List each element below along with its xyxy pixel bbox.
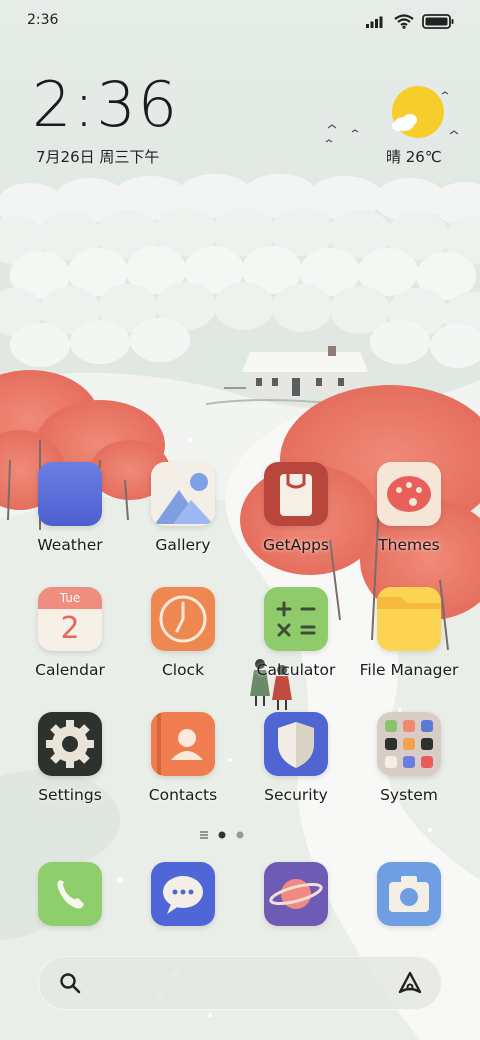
app-clock[interactable]: Clock bbox=[127, 587, 239, 679]
calendar-icon: Tue 2 bbox=[38, 587, 102, 651]
gear-icon bbox=[38, 712, 102, 776]
calendar-day: 2 bbox=[60, 611, 80, 646]
assistant-icon[interactable] bbox=[396, 970, 424, 996]
app-settings[interactable]: Settings bbox=[14, 712, 126, 804]
signal-icon bbox=[366, 16, 383, 28]
getapps-icon bbox=[264, 462, 328, 526]
app-label: Themes bbox=[378, 536, 440, 554]
clock-icon bbox=[151, 587, 215, 651]
app-weather[interactable]: Weather bbox=[14, 462, 126, 554]
status-icons bbox=[366, 12, 454, 30]
calendar-weekday: Tue bbox=[59, 591, 81, 605]
calculator-icon bbox=[264, 587, 328, 651]
page-indicator[interactable] bbox=[196, 828, 256, 842]
gallery-icon bbox=[151, 462, 215, 526]
app-contacts[interactable]: Contacts bbox=[127, 712, 239, 804]
status-time: 2:36 bbox=[27, 12, 59, 28]
wifi-icon bbox=[394, 13, 414, 29]
app-system-folder[interactable]: System bbox=[353, 712, 465, 804]
folder-icon bbox=[377, 712, 441, 776]
weather-icon bbox=[38, 462, 102, 526]
search-icon[interactable] bbox=[58, 971, 82, 995]
app-label: Weather bbox=[37, 536, 103, 554]
battery-icon bbox=[422, 13, 454, 29]
app-label: Gallery bbox=[155, 536, 211, 554]
app-label: Security bbox=[264, 786, 328, 804]
app-themes[interactable]: Themes bbox=[353, 462, 465, 554]
contacts-icon bbox=[151, 712, 215, 776]
app-label: GetApps bbox=[263, 536, 329, 554]
app-calculator[interactable]: Calculator bbox=[240, 587, 352, 679]
app-security[interactable]: Security bbox=[240, 712, 352, 804]
app-getapps[interactable]: GetApps bbox=[240, 462, 352, 554]
sun-cloud-icon[interactable] bbox=[388, 82, 448, 142]
app-label: Settings bbox=[38, 786, 102, 804]
messages-icon[interactable] bbox=[151, 862, 215, 926]
clock-widget-time[interactable]: 2:36 bbox=[32, 74, 179, 136]
clock-widget-date[interactable]: 7月26日 周三下午 bbox=[36, 146, 159, 167]
app-label: Clock bbox=[161, 661, 205, 679]
app-gallery[interactable]: Gallery bbox=[127, 462, 239, 554]
camera-icon[interactable] bbox=[377, 862, 441, 926]
app-label: Calculator bbox=[256, 661, 336, 679]
app-calendar[interactable]: Tue 2 Calendar bbox=[14, 587, 126, 679]
app-file-manager[interactable]: File Manager bbox=[353, 587, 465, 679]
phone-icon[interactable] bbox=[38, 862, 102, 926]
folder-icon bbox=[377, 587, 441, 651]
browser-icon[interactable] bbox=[264, 862, 328, 926]
palette-icon bbox=[377, 462, 441, 526]
app-label: File Manager bbox=[359, 661, 459, 679]
shield-icon bbox=[264, 712, 328, 776]
app-label: Calendar bbox=[35, 661, 105, 679]
app-label: Contacts bbox=[148, 786, 218, 804]
search-bar[interactable] bbox=[38, 956, 442, 1010]
weather-widget-text[interactable]: 晴 26℃ bbox=[386, 146, 442, 167]
app-label: System bbox=[380, 786, 438, 804]
